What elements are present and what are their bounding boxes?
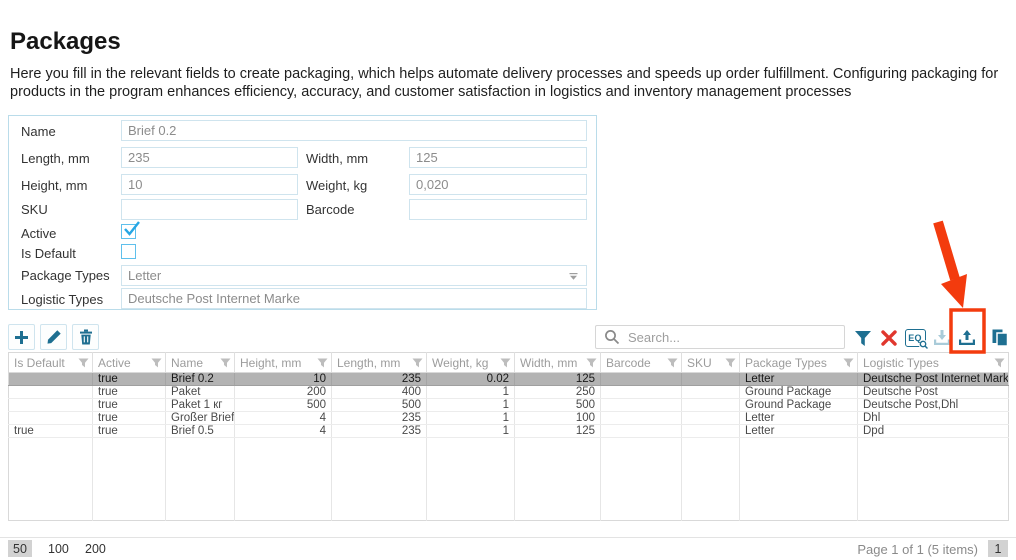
- height-field[interactable]: [121, 174, 298, 195]
- column-filter-icon[interactable]: [412, 358, 423, 368]
- search-box: [595, 325, 845, 349]
- col-header-sku[interactable]: SKU: [682, 353, 740, 373]
- column-filter-icon[interactable]: [500, 358, 511, 368]
- edit-button[interactable]: [40, 324, 67, 350]
- trash-icon: [79, 329, 93, 345]
- col-header-length[interactable]: Length, mm: [332, 353, 427, 373]
- copy-pages-icon: [991, 329, 1009, 347]
- name-label: Name: [21, 124, 56, 139]
- page-summary: Page 1 of 1 (5 items): [857, 542, 978, 557]
- packages-table: Is Default Active Name Height, mm Length…: [8, 352, 1009, 521]
- table-row[interactable]: truePaket 1 кг5005001500Ground PackageDe…: [9, 399, 1009, 412]
- col-header-width[interactable]: Width, mm: [515, 353, 601, 373]
- package-types-label: Package Types: [21, 268, 110, 283]
- chevron-down-icon: [569, 273, 578, 280]
- page-size-200[interactable]: 200: [81, 540, 110, 557]
- active-checkbox[interactable]: [121, 224, 136, 239]
- length-field[interactable]: [121, 147, 298, 168]
- col-header-barcode[interactable]: Barcode: [601, 353, 682, 373]
- filter-row-eq-icon: EQ: [905, 329, 926, 347]
- package-types-value: Letter: [128, 268, 161, 283]
- logistic-types-label: Logistic Types: [21, 292, 103, 307]
- page-description: Here you fill in the relevant fields to …: [10, 66, 1005, 101]
- column-filter-icon[interactable]: [843, 358, 854, 368]
- col-header-is-default[interactable]: Is Default: [9, 353, 93, 373]
- search-icon: [604, 329, 620, 345]
- col-header-logistic-types[interactable]: Logistic Types: [858, 353, 1009, 373]
- export-button[interactable]: [955, 326, 979, 350]
- add-button[interactable]: [8, 324, 35, 350]
- page-size-50[interactable]: 50: [8, 540, 32, 557]
- barcode-field[interactable]: [409, 199, 587, 220]
- package-types-select[interactable]: Letter: [121, 265, 587, 286]
- column-filter-icon[interactable]: [78, 358, 89, 368]
- search-input[interactable]: [628, 330, 836, 345]
- width-label: Width, mm: [306, 151, 368, 166]
- page-title: Packages: [10, 28, 121, 56]
- column-filter-icon[interactable]: [725, 358, 736, 368]
- sku-label: SKU: [21, 202, 48, 217]
- length-label: Length, mm: [21, 151, 90, 166]
- checkmark-icon: [122, 220, 141, 237]
- table-row[interactable]: truePaket2004001250Ground PackageDeutsch…: [9, 386, 1009, 399]
- col-header-package-types[interactable]: Package Types: [740, 353, 858, 373]
- filter-funnel-icon: [854, 330, 872, 347]
- table-row[interactable]: trueBrief 0.2102350.02125LetterDeutsche …: [9, 373, 1009, 386]
- sku-field[interactable]: [121, 199, 298, 220]
- import-button[interactable]: [930, 326, 954, 350]
- weight-label: Weight, kg: [306, 178, 367, 193]
- pager-separator: [0, 537, 1016, 538]
- column-filter-icon[interactable]: [994, 358, 1005, 368]
- table-row[interactable]: trueGroßer Brief42351100LetterDhl: [9, 412, 1009, 425]
- apply-filter-button[interactable]: [851, 326, 875, 350]
- upload-tray-icon: [957, 329, 977, 347]
- column-filter-icon[interactable]: [220, 358, 231, 368]
- column-filter-icon[interactable]: [667, 358, 678, 368]
- width-field[interactable]: [409, 147, 587, 168]
- column-filter-icon[interactable]: [586, 358, 597, 368]
- download-tray-icon: [932, 329, 952, 347]
- logistic-types-field[interactable]: [121, 288, 587, 309]
- page-size-100[interactable]: 100: [44, 540, 73, 557]
- col-header-active[interactable]: Active: [93, 353, 166, 373]
- is-default-checkbox[interactable]: [121, 244, 136, 259]
- column-filter-icon[interactable]: [317, 358, 328, 368]
- magnifier-icon: [919, 340, 929, 350]
- table-row[interactable]: truetrueBrief 0.542351125LetterDpd: [9, 425, 1009, 438]
- col-header-weight[interactable]: Weight, kg: [427, 353, 515, 373]
- col-header-name[interactable]: Name: [166, 353, 235, 373]
- delete-button[interactable]: [72, 324, 99, 350]
- active-label: Active: [21, 226, 56, 241]
- barcode-label: Barcode: [306, 202, 354, 217]
- page-number-button[interactable]: 1: [988, 540, 1008, 557]
- col-header-height[interactable]: Height, mm: [235, 353, 332, 373]
- copy-button[interactable]: [988, 326, 1012, 350]
- column-filter-icon[interactable]: [151, 358, 162, 368]
- name-field[interactable]: [121, 120, 587, 141]
- height-label: Height, mm: [21, 178, 87, 193]
- clear-filter-button[interactable]: [877, 326, 901, 350]
- table-empty-area: [9, 438, 1009, 521]
- table-header-row: Is Default Active Name Height, mm Length…: [9, 353, 1009, 373]
- is-default-label: Is Default: [21, 246, 76, 261]
- package-form: Name Length, mm Width, mm Height, mm Wei…: [8, 115, 597, 310]
- pencil-icon: [46, 329, 62, 345]
- plus-icon: [13, 329, 30, 346]
- filter-row-button[interactable]: EQ: [903, 326, 927, 350]
- clear-x-icon: [880, 329, 898, 347]
- weight-field[interactable]: [409, 174, 587, 195]
